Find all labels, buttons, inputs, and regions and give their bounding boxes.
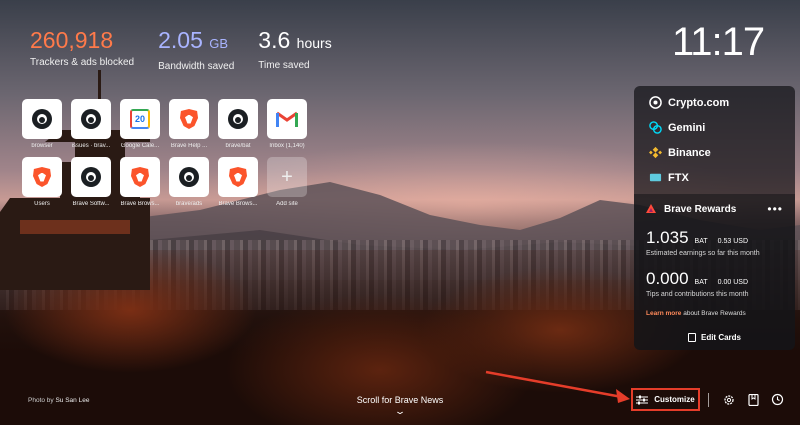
exchange-card-binance[interactable]: Binance [634,140,795,165]
stat-bandwidth: 2.05 GB Bandwidth saved [158,27,234,72]
plus-icon: + [281,165,293,188]
stats-bar: 260,918 Trackers & ads blocked 2.05 GB B… [30,27,332,72]
tips-usd: 0.00 USD [717,279,749,286]
github-icon [32,109,52,129]
add-site-label: Add site [276,201,298,207]
estimated-usd: 0.53 USD [717,238,749,245]
top-site-name: Brave Brows... [120,201,160,207]
ftx-icon [648,171,662,185]
estimated-earnings: 1.035 BAT 0.53 USD [646,228,783,248]
estimated-currency: BAT [694,238,708,245]
customize-label: Customize [654,395,695,404]
brave-icon [131,167,149,187]
top-site-name: Brave Softw... [72,201,110,207]
top-site-tile[interactable]: brave/ads [169,157,210,207]
top-site-tile[interactable]: Inbox (1,140) [267,99,308,149]
chevron-down-icon: ⌄ [393,406,407,416]
time-unit: hours [296,35,332,51]
calendar-icon: 20 [130,109,150,129]
top-site-tile[interactable]: brave/bat [218,99,259,149]
github-icon [228,109,248,129]
tips-amount: 0.000 [646,269,689,288]
top-site-name: Users [34,201,50,207]
exchange-label: FTX [668,171,689,184]
edit-cards-label: Edit Cards [700,333,741,342]
scroll-for-news-button[interactable]: Scroll for Brave News ⌄ [340,395,460,417]
top-site-name: Brave Help ... [170,143,208,149]
github-icon [81,167,101,187]
top-site-name: issues · brav... [71,143,111,149]
exchange-card-ftx[interactable]: FTX [634,165,795,190]
clock: 11:17 [672,20,765,64]
top-site-tile[interactable]: Brave Brows... [120,157,161,207]
top-site-tile[interactable]: browser [22,99,63,149]
top-site-name: browser [31,143,53,149]
brave-icon [229,167,247,187]
rewards-title: Brave Rewards [664,203,737,215]
learn-more-link[interactable]: Learn more [646,310,681,317]
exchange-label: Crypto.com [668,96,730,109]
top-site-name: Brave Brows... [218,201,258,207]
stat-time: 3.6 hours Time saved [258,27,331,72]
history-icon[interactable] [770,393,784,407]
brave-icon [180,109,198,129]
top-site-tile[interactable]: Brave Brows... [218,157,259,207]
trackers-count: 260,918 [30,27,114,53]
top-site-name: brave/ads [175,201,203,207]
top-site-name: Google Cale... [120,143,160,149]
learn-more-rest: about Brave Rewards [681,310,746,317]
photo-credit-prefix: Photo by [28,397,56,404]
learn-more-text: Learn more about Brave Rewards [646,310,783,317]
bat-triangle-icon [646,204,656,213]
bookmarks-icon[interactable] [746,393,760,407]
top-site-tile[interactable]: Users [22,157,63,207]
bottom-toolbar: Customize [631,388,789,411]
top-site-tile[interactable]: issues · brav... [71,99,112,149]
github-icon [81,109,101,129]
top-site-tile[interactable]: Brave Softw... [71,157,112,207]
exchange-card-gemini[interactable]: Gemini [634,115,795,140]
add-site-button[interactable]: + Add site [267,157,308,207]
bandwidth-value: 2.05 [158,27,203,53]
time-label: Time saved [258,60,310,71]
photo-credit-author[interactable]: Su San Lee [55,397,89,404]
estimated-amount: 1.035 [646,228,689,247]
exchange-label: Gemini [668,121,706,134]
edit-cards-icon [687,333,696,342]
tips-desc: Tips and contributions this month [646,291,749,298]
exchange-card-crypto-com[interactable]: Crypto.com [634,90,795,115]
brave-rewards-card: Brave Rewards ••• 1.035 BAT 0.53 USD Est… [634,194,795,350]
customize-button[interactable]: Customize [631,388,700,411]
brave-icon [33,167,51,187]
rewards-menu-icon[interactable]: ••• [767,202,783,216]
exchange-cards: Crypto.com Gemini Binance FTX [634,86,795,194]
exchange-label: Binance [668,146,711,159]
tips-balance: 0.000 BAT 0.00 USD [646,269,783,289]
gemini-icon [648,121,662,135]
tips-currency: BAT [694,279,708,286]
top-site-tile[interactable]: 20 Google Cale... [120,99,161,149]
binance-icon [648,146,662,160]
edit-cards-button[interactable]: Edit Cards [646,333,783,342]
bandwidth-unit: GB [209,36,229,51]
gmail-icon [276,111,298,127]
stat-trackers: 260,918 Trackers & ads blocked [30,27,134,72]
trackers-label: Trackers & ads blocked [30,57,135,68]
crypto-com-icon [648,96,662,110]
annotation-arrow [485,370,630,403]
toolbar-divider [708,392,709,407]
gear-icon[interactable] [722,393,736,407]
github-icon [179,167,199,187]
sliders-icon [636,395,649,404]
scroll-news-label: Scroll for Brave News [356,395,444,405]
top-site-name: brave/bat [225,143,251,149]
photo-credit: Photo by Su San Lee [28,397,89,404]
top-sites-grid: browser issues · brav... 20 Google Cale.… [22,99,312,207]
top-site-tile[interactable]: Brave Help ... [169,99,210,149]
cards-panel: Crypto.com Gemini Binance FTX Brave Rewa… [634,86,795,350]
estimated-desc: Estimated earnings so far this month [646,250,760,257]
bandwidth-label: Bandwidth saved [158,61,235,72]
time-value: 3.6 [258,27,291,53]
top-site-name: Inbox (1,140) [269,143,305,149]
